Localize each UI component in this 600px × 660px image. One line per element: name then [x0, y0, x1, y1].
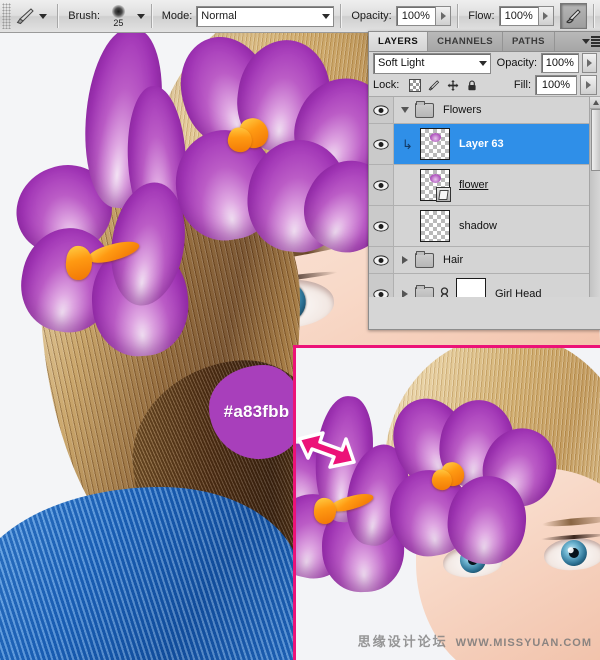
folder-icon: [415, 287, 434, 298]
visibility-toggle-layer-63[interactable]: [369, 124, 394, 164]
layer-name: shadow: [459, 220, 497, 232]
layer-blend-mode-value: Soft Light: [378, 57, 424, 69]
layer-row-hair[interactable]: Hair: [369, 247, 600, 274]
blend-mode-select[interactable]: Normal: [196, 6, 334, 27]
opacity-label: Opacity:: [351, 10, 391, 22]
eye-icon: [373, 289, 389, 298]
blend-mode-value: Normal: [201, 10, 236, 22]
mode-label: Mode:: [162, 10, 193, 22]
layer-list-scrollbar[interactable]: [589, 97, 600, 297]
brush-size-preview[interactable]: 25: [104, 5, 133, 28]
eye-icon: [373, 105, 389, 116]
group-twisty-girl-head[interactable]: [397, 290, 413, 297]
flow-input[interactable]: 100%: [499, 6, 539, 26]
group-twisty-hair[interactable]: [397, 256, 413, 264]
smart-object-badge-icon: [436, 187, 451, 202]
eye-icon: [373, 221, 389, 232]
lock-transparency-icon[interactable]: [409, 79, 421, 91]
blend-row: Soft Light Opacity: 100%: [369, 52, 600, 74]
layer-blend-mode-select[interactable]: Soft Light: [373, 53, 491, 74]
brush-label: Brush:: [68, 10, 100, 22]
options-bar: Brush: 25 Mode: Normal Opacity: 100% Flo…: [0, 0, 600, 33]
color-hex-label: #a83fbb: [224, 402, 290, 422]
visibility-toggle-shadow[interactable]: [369, 206, 394, 246]
eye-icon: [373, 255, 389, 266]
watermark-url: WWW.MISSYUAN.COM: [456, 637, 592, 649]
panel-tab-row: LAYERS CHANNELS PATHS: [369, 32, 600, 52]
opacity-input[interactable]: 100%: [396, 6, 436, 26]
tab-row-filler: [555, 32, 581, 51]
layer-opacity-label: Opacity:: [497, 57, 537, 69]
divider: [340, 4, 341, 28]
link-icon[interactable]: [439, 287, 450, 298]
tab-channels[interactable]: CHANNELS: [428, 32, 503, 51]
options-bar-grip[interactable]: [2, 3, 11, 29]
arrow-down-right-icon: [296, 428, 358, 480]
lock-label: Lock:: [373, 79, 399, 91]
watermark: 思缘设计论坛 WWW.MISSYUAN.COM: [358, 631, 592, 650]
chevron-down-icon: [479, 61, 487, 66]
layer-opacity-input[interactable]: 100%: [541, 53, 579, 73]
tab-paths[interactable]: PATHS: [503, 32, 555, 51]
lock-position-icon[interactable]: [447, 79, 459, 91]
opacity-slider-button[interactable]: [435, 6, 451, 26]
brush-tool-icon[interactable]: [11, 4, 40, 28]
layer-name: Hair: [443, 254, 463, 266]
lock-all-icon[interactable]: [466, 79, 478, 91]
layer-name: flower: [459, 179, 488, 191]
layer-row-flowers[interactable]: Flowers: [369, 97, 600, 124]
divider: [151, 4, 152, 28]
brush-tip-icon: [112, 5, 125, 18]
lock-image-icon[interactable]: [428, 79, 440, 91]
watermark-chinese: 思缘设计论坛: [358, 631, 448, 650]
layer-list[interactable]: Flowers ↳ Layer 63: [369, 97, 600, 297]
blue-shirt: [0, 487, 300, 660]
clipping-mask-icon: ↳: [402, 138, 414, 151]
brush-size-value: 25: [113, 19, 123, 28]
layer-row-layer-63[interactable]: ↳ Layer 63: [369, 124, 600, 165]
layer-opacity-slider-button[interactable]: [582, 53, 597, 73]
eye-icon: [373, 139, 389, 150]
flow-label: Flow:: [468, 10, 494, 22]
screenshot-root: Brush: 25 Mode: Normal Opacity: 100% Flo…: [0, 0, 600, 660]
scrollbar-thumb[interactable]: [591, 109, 600, 171]
layer-name: Girl Head: [495, 288, 541, 297]
folder-icon: [415, 103, 434, 118]
chevron-down-icon: [322, 14, 330, 19]
tool-preset-chevron-down-icon[interactable]: [39, 14, 47, 19]
layer-thumbnail[interactable]: [420, 210, 450, 242]
visibility-toggle-hair[interactable]: [369, 247, 394, 273]
layer-thumbnail[interactable]: [420, 128, 450, 160]
fill-input[interactable]: 100%: [535, 75, 577, 95]
fill-slider-button[interactable]: [580, 75, 597, 95]
inset-iris-right: [560, 539, 588, 567]
group-twisty-flowers[interactable]: [397, 107, 413, 113]
visibility-toggle-girl-head[interactable]: [369, 274, 394, 297]
divider: [457, 4, 458, 28]
scroll-up-icon[interactable]: [590, 97, 600, 109]
layer-mask-thumbnail[interactable]: [456, 278, 486, 297]
visibility-toggle-flowers[interactable]: [369, 97, 394, 123]
airbrush-icon[interactable]: [560, 3, 587, 29]
layer-row-girl-head[interactable]: Girl Head: [369, 274, 600, 297]
result-preview-inset: [293, 345, 600, 660]
tab-layers[interactable]: LAYERS: [369, 32, 428, 51]
layers-panel: LAYERS CHANNELS PATHS Soft Light Opacity…: [368, 31, 600, 330]
layer-name: Flowers: [443, 104, 482, 116]
panel-menu-icon[interactable]: [581, 32, 600, 51]
layer-row-flower[interactable]: flower: [369, 165, 600, 206]
layer-thumbnail[interactable]: [420, 169, 450, 201]
divider: [57, 4, 58, 28]
flow-slider-button[interactable]: [538, 6, 554, 26]
fill-label: Fill:: [514, 79, 531, 91]
visibility-toggle-flower[interactable]: [369, 165, 394, 205]
layer-row-shadow[interactable]: shadow: [369, 206, 600, 247]
brush-picker-chevron-down-icon[interactable]: [137, 14, 145, 19]
lock-row: Lock:: [369, 74, 600, 97]
layer-name: Layer 63: [459, 138, 504, 150]
folder-icon: [415, 253, 434, 268]
eye-icon: [373, 180, 389, 191]
divider: [593, 4, 594, 28]
